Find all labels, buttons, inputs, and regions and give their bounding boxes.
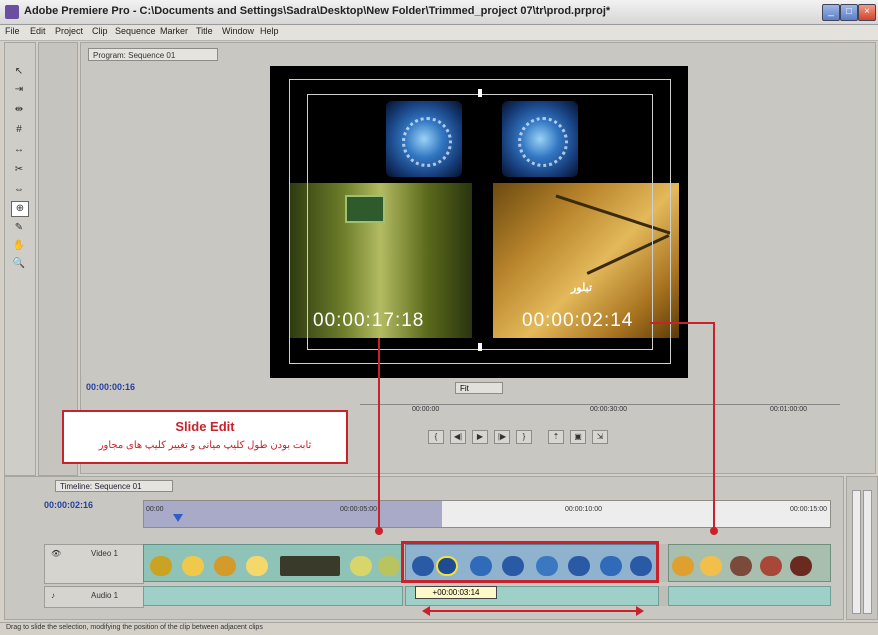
- menu-help[interactable]: Help: [260, 26, 279, 36]
- menu-edit[interactable]: Edit: [30, 26, 46, 36]
- hand-tool-icon[interactable]: ✋: [11, 239, 27, 253]
- video-track-header[interactable]: Video 1 👁: [44, 544, 144, 584]
- annotation-line-right-h: [650, 322, 714, 324]
- audio-meter-right: [863, 490, 872, 614]
- eye-icon[interactable]: 👁: [51, 549, 61, 558]
- menu-title[interactable]: Title: [196, 26, 213, 36]
- tools-panel: ↖ ⇥ ⇹ # ↔ ✂ ⇔ ⊕ ✎ ✋ 🔍: [4, 42, 36, 476]
- monitor-current-time[interactable]: 00:00:00:16: [86, 382, 135, 392]
- annotation-line-right-v: [713, 322, 715, 528]
- menu-bar: File Edit Project Clip Sequence Marker T…: [0, 25, 878, 41]
- speaker-icon[interactable]: ♪: [51, 591, 55, 600]
- zoom-tool-icon[interactable]: 🔍: [11, 257, 27, 271]
- audio-clip-left[interactable]: [143, 586, 403, 606]
- premiere-app-icon: [5, 5, 19, 19]
- clip-thumbnail: [246, 556, 268, 576]
- selection-tool-icon[interactable]: ↖: [11, 65, 27, 79]
- audio-track-header[interactable]: Audio 1 ♪: [44, 586, 144, 608]
- status-text: Drag to slide the selection, modifying t…: [6, 624, 263, 631]
- monitor-ruler-label: 00:00:30:00: [590, 406, 627, 413]
- safe-frame-marker-bottom: [478, 343, 482, 351]
- clip-thumbnail: [672, 556, 694, 576]
- slide-selection-highlight: [401, 541, 659, 583]
- go-to-out-icon[interactable]: }: [516, 430, 532, 444]
- menu-window[interactable]: Window: [222, 26, 254, 36]
- callout-description: ثابت بودن طول کلیپ میانی و تغییر کلیپ ها…: [98, 440, 312, 451]
- menu-clip[interactable]: Clip: [92, 26, 108, 36]
- clip-thumbnail: [214, 556, 236, 576]
- status-bar: Drag to slide the selection, modifying t…: [0, 622, 878, 635]
- timeline-ruler-label: 00:00:05:00: [340, 506, 377, 513]
- arrow-left-icon: [422, 606, 430, 616]
- slide-range-arrow: [428, 610, 638, 612]
- annotation-dot-left: [375, 527, 383, 535]
- audio-clip-right[interactable]: [668, 586, 831, 606]
- menu-sequence[interactable]: Sequence: [115, 26, 156, 36]
- audio-meter-panel: [846, 476, 878, 620]
- timeline-ruler[interactable]: [143, 500, 831, 528]
- annotation-line-left: [378, 338, 380, 528]
- lift-icon[interactable]: ⇡: [548, 430, 564, 444]
- monitor-ruler-label: 00:01:00:00: [770, 406, 807, 413]
- clip-thumbnail: [730, 556, 752, 576]
- arrow-right-icon: [636, 606, 644, 616]
- minimize-button[interactable]: _: [822, 4, 840, 21]
- window-title: Adobe Premiere Pro - C:\Documents and Se…: [24, 5, 611, 17]
- play-icon[interactable]: ▶: [472, 430, 488, 444]
- rate-stretch-tool-icon[interactable]: ↔: [11, 143, 27, 157]
- title-bar: Adobe Premiere Pro - C:\Documents and Se…: [0, 0, 878, 25]
- menu-file[interactable]: File: [5, 26, 20, 36]
- playhead-icon[interactable]: [173, 514, 183, 522]
- clip-thumbnail: [182, 556, 204, 576]
- timeline-ruler-label: 00:00:10:00: [565, 506, 602, 513]
- step-back-icon[interactable]: ◀|: [450, 430, 466, 444]
- menu-marker[interactable]: Marker: [160, 26, 188, 36]
- slide-tool-icon[interactable]: ⊕: [11, 201, 29, 217]
- slide-offset-tooltip: +00:00:03:14: [415, 586, 497, 599]
- clip-thumbnail: [350, 556, 372, 576]
- rolling-edit-tool-icon[interactable]: #: [11, 123, 27, 137]
- close-button[interactable]: ×: [858, 4, 876, 21]
- menu-project[interactable]: Project: [55, 26, 83, 36]
- clip-thumbnail: [150, 556, 172, 576]
- audio-track-name: Audio 1: [91, 591, 119, 600]
- left-timecode: 00:00:17:18: [313, 310, 425, 331]
- right-timecode: 00:00:02:14: [522, 310, 634, 331]
- timeline-timecode[interactable]: 00:00:02:16: [44, 500, 93, 510]
- step-forward-icon[interactable]: |▶: [494, 430, 510, 444]
- track-select-tool-icon[interactable]: ⇥: [11, 83, 27, 97]
- audio-meter-left: [852, 490, 861, 614]
- zoom-select[interactable]: Fit: [455, 382, 503, 394]
- clip-thumbnail: [280, 556, 340, 576]
- safe-margins-icon[interactable]: ▣: [570, 430, 586, 444]
- clip-thumbnail: [760, 556, 782, 576]
- pen-tool-icon[interactable]: ✎: [11, 221, 27, 235]
- monitor-ruler-label: 00:00:00: [412, 406, 440, 413]
- export-frame-icon[interactable]: ⇲: [592, 430, 608, 444]
- timeline-ruler-label: 00:00: [146, 506, 164, 513]
- ripple-edit-tool-icon[interactable]: ⇹: [11, 103, 27, 117]
- video-track-name: Video 1: [91, 549, 118, 558]
- slip-tool-icon[interactable]: ⇔: [11, 183, 27, 197]
- program-monitor-tab[interactable]: Program: Sequence 01: [88, 48, 218, 61]
- slide-edit-callout: Slide Edit ثابت بودن طول کلیپ میانی و تغ…: [62, 410, 348, 464]
- razor-tool-icon[interactable]: ✂: [11, 163, 27, 177]
- maximize-button[interactable]: □: [840, 4, 858, 21]
- annotation-dot-right: [710, 527, 718, 535]
- work-area-bar[interactable]: [144, 501, 442, 527]
- timeline-ruler-label: 00:00:15:00: [790, 506, 827, 513]
- clip-thumbnail: [700, 556, 722, 576]
- clip-thumbnail: [790, 556, 812, 576]
- timeline-tab[interactable]: Timeline: Sequence 01: [55, 480, 173, 492]
- clip-thumbnail: [378, 556, 400, 576]
- safe-frame-marker-top: [478, 89, 482, 97]
- callout-heading: Slide Edit: [175, 419, 235, 434]
- go-to-in-icon[interactable]: {: [428, 430, 444, 444]
